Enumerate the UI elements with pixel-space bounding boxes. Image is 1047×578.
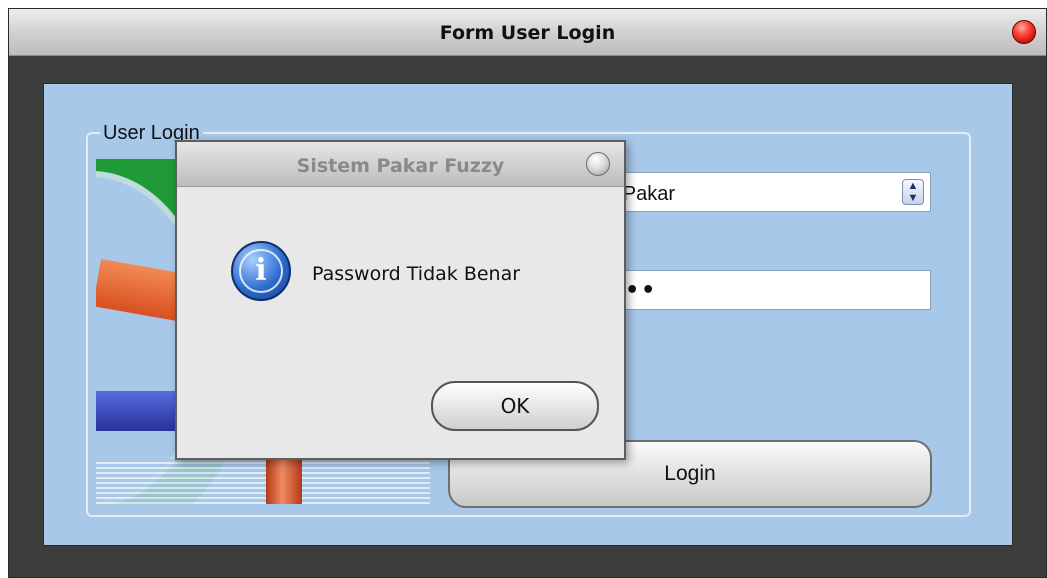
password-field[interactable]: ••••	[584, 270, 931, 310]
logo-stripes	[96, 459, 430, 504]
message-dialog: Sistem Pakar Fuzzy i Password Tidak Bena…	[175, 140, 626, 460]
dialog-title-bar: Sistem Pakar Fuzzy	[177, 142, 624, 187]
dialog-title: Sistem Pakar Fuzzy	[296, 155, 505, 177]
title-bar: Form User Login	[9, 9, 1046, 56]
info-icon-glyph: i	[255, 253, 267, 288]
user-type-select[interactable]: min/Pakar ▲ ▼	[584, 172, 931, 212]
logo-pipe	[266, 459, 302, 504]
ok-button[interactable]: OK	[431, 381, 599, 431]
close-icon[interactable]	[1012, 20, 1036, 44]
dialog-close-icon[interactable]	[586, 152, 610, 176]
dialog-message: Password Tidak Benar	[312, 263, 521, 285]
spinner-arrows-icon[interactable]: ▲ ▼	[902, 179, 924, 205]
info-icon: i	[231, 241, 291, 301]
window-title: Form User Login	[439, 22, 616, 44]
